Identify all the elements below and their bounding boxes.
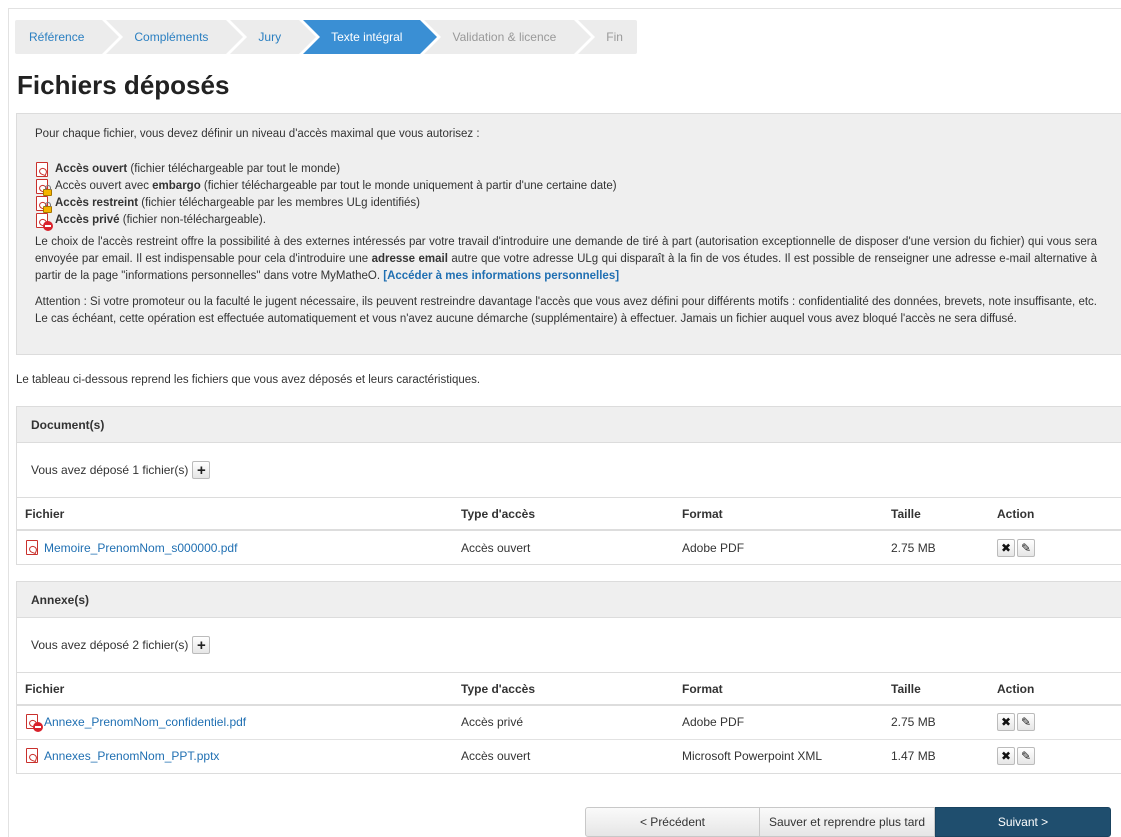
size-cell: 2.75 MB [891,529,997,564]
col-format: Format [682,498,891,531]
annexes-panel: Annexe(s) Vous avez déposé 2 fichier(s) … [16,581,1121,774]
access-level-embargo: Accès ouvert avec embargo (fichier téléc… [35,178,1107,196]
info-intro: Pour chaque fichier, vous devez définir … [35,128,480,140]
access-cell: Accès ouvert [461,529,682,564]
access-level-list: Accès ouvert (fichier téléchargeable par… [35,161,1107,231]
table-header-row: Fichier Type d'accès Format Taille Actio… [17,673,1121,706]
pdf-noentry-icon [35,212,53,231]
delete-button[interactable]: ✖ [997,747,1015,766]
page-title: Fichiers déposés [17,70,230,100]
annexes-table: Fichier Type d'accès Format Taille Actio… [17,673,1121,773]
save-later-button[interactable]: Sauver et reprendre plus tard [760,807,935,837]
size-cell: 2.75 MB [891,704,997,739]
col-access: Type d'accès [461,673,682,706]
access-level-private: Accès privé (fichier non-téléchargeable)… [35,212,1107,231]
step-texte-integral[interactable]: Texte intégral [303,20,442,54]
pencil-icon: ✎ [1020,749,1032,764]
delete-button[interactable]: ✖ [997,713,1015,732]
col-size: Taille [891,498,997,531]
restricted-access-paragraph: Le choix de l'accès restreint offre la p… [35,234,1107,285]
access-open-desc: (fichier téléchargeable par tout le mond… [127,163,341,175]
edit-button[interactable]: ✎ [1017,538,1035,557]
close-icon: ✖ [1000,749,1012,764]
col-size: Taille [891,673,997,706]
access-restricted-desc: (fichier téléchargeable par les membres … [138,197,420,209]
pdf-icon [35,161,51,178]
edit-button[interactable]: ✎ [1017,747,1035,766]
pdf-icon [25,748,41,764]
size-cell: 1.47 MB [891,738,997,773]
annexes-title: Annexe(s) [17,582,1121,618]
col-access: Type d'accès [461,498,682,531]
annexes-count-text: Vous avez déposé 2 fichier(s) [31,638,189,652]
access-private-desc: (fichier non-téléchargeable). [119,214,266,226]
pdf-lock-icon [35,178,52,196]
documents-count-row: Vous avez déposé 1 fichier(s) + [17,443,1121,498]
personal-info-link[interactable]: [Accéder à mes informations personnelles… [383,270,619,282]
documents-count-text: Vous avez déposé 1 fichier(s) [31,463,189,477]
add-document-button[interactable]: + [192,461,211,479]
step-validation-licence: Validation & licence [424,20,596,54]
previous-button[interactable]: < Précédent [585,807,760,837]
file-link[interactable]: Annexes_PrenomNom_PPT.pptx [44,749,219,763]
file-link[interactable]: Memoire_PrenomNom_s000000.pdf [44,541,237,555]
table-row: Annexes_PrenomNom_PPT.pptx Accès ouvert … [17,738,1121,773]
documents-panel: Document(s) Vous avez déposé 1 fichier(s… [16,406,1121,565]
wizard-steps: Référence Compléments Jury Texte intégra… [15,20,641,54]
format-cell: Adobe PDF [682,529,891,564]
pencil-icon: ✎ [1020,715,1032,730]
pdf-lock-icon [35,195,52,213]
para1-bold: adresse email [371,253,448,265]
documents-title: Document(s) [17,407,1121,443]
warning-paragraph: Attention : Si votre promoteur ou la fac… [35,296,1097,325]
step-reference[interactable]: Référence [15,20,124,54]
access-restricted-label: Accès restreint [55,197,139,209]
pencil-icon: ✎ [1020,540,1032,555]
col-action: Action [997,673,1121,706]
close-icon: ✖ [1000,715,1012,730]
documents-table: Fichier Type d'accès Format Taille Actio… [17,498,1121,564]
access-cell: Accès privé [461,704,682,739]
wizard-navigation: < Précédent Sauver et reprendre plus tar… [585,807,1111,837]
table-intro: Le tableau ci-dessous reprend les fichie… [16,374,481,386]
access-level-restricted: Accès restreint (fichier téléchargeable … [35,195,1107,213]
add-annex-button[interactable]: + [192,636,211,654]
access-cell: Accès ouvert [461,738,682,773]
access-embargo-desc: (fichier téléchargeable par tout le mond… [200,180,617,192]
access-embargo-label: embargo [152,180,201,192]
next-button[interactable]: Suivant > [935,807,1111,837]
col-action: Action [997,498,1121,531]
table-row: Annexe_PrenomNom_confidentiel.pdf Accès … [17,704,1121,739]
access-open-label: Accès ouvert [55,163,128,175]
edit-button[interactable]: ✎ [1017,713,1035,732]
format-cell: Adobe PDF [682,704,891,739]
close-icon: ✖ [1000,540,1012,555]
access-level-open: Accès ouvert (fichier téléchargeable par… [35,161,1107,178]
step-complements[interactable]: Compléments [106,20,248,54]
access-embargo-prefix: Accès ouvert avec [55,180,153,192]
col-file: Fichier [17,673,461,706]
col-file: Fichier [17,498,461,531]
access-private-label: Accès privé [55,214,120,226]
pdf-noentry-icon [25,714,43,733]
col-format: Format [682,673,891,706]
file-link[interactable]: Annexe_PrenomNom_confidentiel.pdf [44,715,246,729]
format-cell: Microsoft Powerpoint XML [682,738,891,773]
access-info-box: Pour chaque fichier, vous devez définir … [16,113,1121,355]
table-header-row: Fichier Type d'accès Format Taille Actio… [17,498,1121,531]
delete-button[interactable]: ✖ [997,538,1015,557]
pdf-icon [25,539,41,556]
annexes-count-row: Vous avez déposé 2 fichier(s) + [17,618,1121,673]
table-row: Memoire_PrenomNom_s000000.pdf Accès ouve… [17,529,1121,564]
